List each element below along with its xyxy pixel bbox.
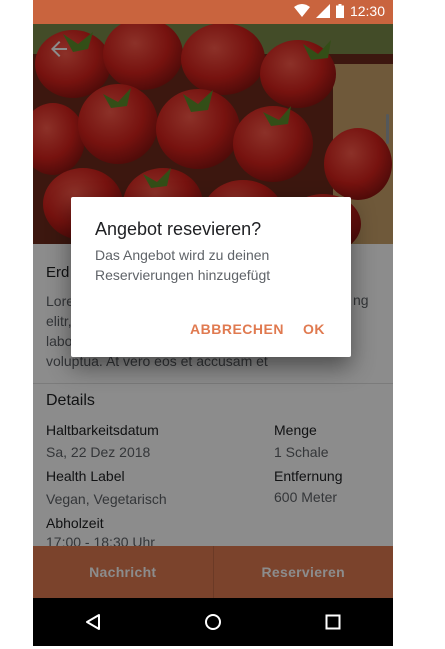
nav-home-button[interactable] [193, 602, 233, 642]
reserve-dialog: Angebot resevieren? Das Angebot wird zu … [71, 197, 351, 357]
triangle-back-icon [86, 614, 100, 630]
ok-button[interactable]: OK [303, 321, 325, 337]
nav-back-button[interactable] [73, 602, 113, 642]
square-recents-icon [325, 614, 341, 630]
status-icons: 12:30 [293, 3, 385, 19]
nav-recents-button[interactable] [313, 602, 353, 642]
dialog-title: Angebot resevieren? [95, 219, 262, 239]
cancel-button[interactable]: ABBRECHEN [190, 321, 284, 337]
phone-screen: 12:30 Erd Lore elitr, labo voluptua. At … [33, 0, 393, 646]
battery-icon [335, 4, 344, 18]
circle-home-icon [205, 614, 221, 630]
dialog-body: Das Angebot wird zu deinen Reservierunge… [95, 247, 271, 283]
status-bar: 12:30 [33, 0, 393, 24]
wifi-icon [293, 4, 310, 17]
signal-icon [315, 4, 330, 18]
system-nav-bar [33, 598, 393, 646]
status-time: 12:30 [349, 3, 385, 19]
